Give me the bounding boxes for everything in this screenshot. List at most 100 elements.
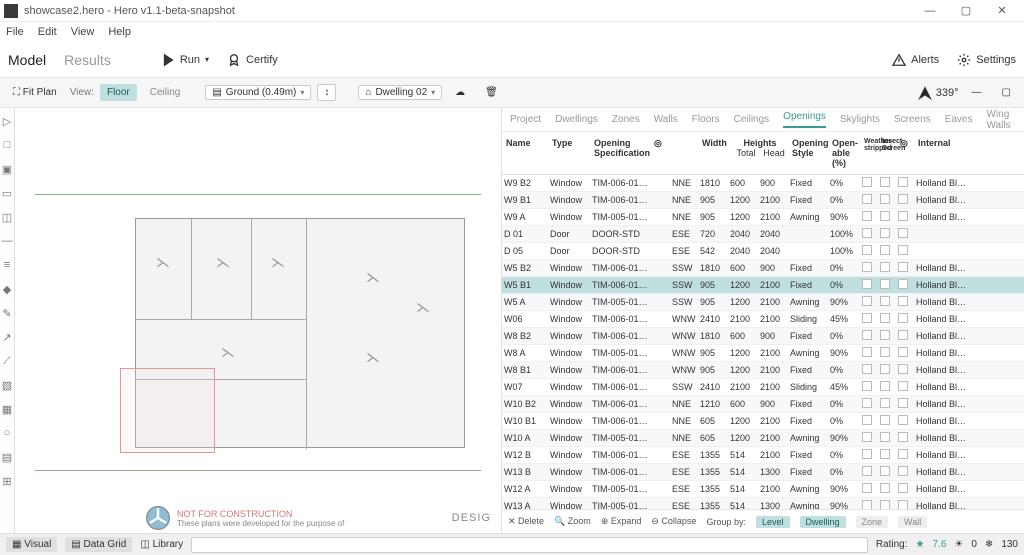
checkbox[interactable] xyxy=(880,330,890,340)
checkbox[interactable] xyxy=(862,449,872,459)
foot-zoom[interactable]: 🔍 Zoom xyxy=(554,516,591,527)
col-opening-style[interactable]: Opening Style xyxy=(790,136,830,170)
checkbox[interactable] xyxy=(880,177,890,187)
grp-zone[interactable]: Zone xyxy=(856,516,889,528)
checkbox[interactable] xyxy=(862,194,872,204)
status-library-button[interactable]: ◫ Library xyxy=(140,539,183,550)
ptab-ceilings[interactable]: Ceilings xyxy=(734,114,770,125)
checkbox[interactable] xyxy=(862,500,872,509)
table-row[interactable]: W9 B1WindowTIM-006-01 WNNE90512002100Fix… xyxy=(502,192,1024,209)
checkbox[interactable] xyxy=(898,228,908,238)
checkbox[interactable] xyxy=(898,500,908,509)
checkbox[interactable] xyxy=(880,500,890,509)
pencil-tool-icon[interactable]: ✎ xyxy=(0,306,14,320)
minimize-button[interactable]: — xyxy=(912,5,948,17)
checkbox[interactable] xyxy=(880,296,890,306)
col-orient-icon[interactable]: ◎ xyxy=(652,136,672,170)
checkbox[interactable] xyxy=(898,245,908,255)
checkbox[interactable] xyxy=(880,313,890,323)
menu-view[interactable]: View xyxy=(71,26,95,38)
checkbox[interactable] xyxy=(862,466,872,476)
checkbox[interactable] xyxy=(880,432,890,442)
table-row[interactable]: W9 B2WindowTIM-006-01 WNNE1810600900Fixe… xyxy=(502,175,1024,192)
curve-tool-icon[interactable]: ⟋ xyxy=(0,354,14,368)
checkbox[interactable] xyxy=(880,262,890,272)
checkbox[interactable] xyxy=(880,211,890,221)
menu-help[interactable]: Help xyxy=(108,26,131,38)
checkbox[interactable] xyxy=(898,313,908,323)
table-row[interactable]: W8 AWindowTIM-005-01 WWNW90512002100Awni… xyxy=(502,345,1024,362)
checkbox[interactable] xyxy=(862,313,872,323)
grp-wall[interactable]: Wall xyxy=(898,516,927,528)
col-type[interactable]: Type xyxy=(550,136,592,170)
ptab-walls[interactable]: Walls xyxy=(654,114,678,125)
foot-collapse[interactable]: ⊖ Collapse xyxy=(651,516,696,527)
checkbox[interactable] xyxy=(862,262,872,272)
toolbar-expand-icon[interactable]: ▢ xyxy=(995,84,1018,101)
plan-canvas[interactable]: ⋋ ⋋ ⋋ ⋋ ⋋ ⋋ ⋋ NOT FOR CONSTRUCTION These xyxy=(15,108,501,533)
grp-dwelling[interactable]: Dwelling xyxy=(800,516,846,528)
settings-button[interactable]: Settings xyxy=(957,53,1016,67)
checkbox[interactable] xyxy=(862,364,872,374)
ptab-project[interactable]: Project xyxy=(510,114,541,125)
checkbox[interactable] xyxy=(880,483,890,493)
checkbox[interactable] xyxy=(862,228,872,238)
col-weatherstripped[interactable]: Weather- stripped xyxy=(862,136,880,170)
checkbox[interactable] xyxy=(898,415,908,425)
col-spec[interactable]: Opening Specification xyxy=(592,136,652,170)
table-row[interactable]: D 01DoorDOOR-STDESE72020402040100% xyxy=(502,226,1024,243)
view-ceiling-button[interactable]: Ceiling xyxy=(143,84,188,101)
checkbox[interactable] xyxy=(898,262,908,272)
tool-a-icon[interactable]: ▧ xyxy=(0,378,14,392)
checkbox[interactable] xyxy=(898,347,908,357)
checkbox[interactable] xyxy=(862,296,872,306)
checkbox[interactable] xyxy=(880,347,890,357)
ptab-eaves[interactable]: Eaves xyxy=(945,114,973,125)
alerts-button[interactable]: Alerts xyxy=(892,53,939,67)
checkbox[interactable] xyxy=(862,279,872,289)
tab-model[interactable]: Model xyxy=(8,52,46,68)
checkbox[interactable] xyxy=(862,432,872,442)
table-row[interactable]: W10 AWindowTIM-005-01 WNNE60512002100Awn… xyxy=(502,430,1024,447)
table-row[interactable]: W5 B2WindowTIM-006-01 WSSW1810600900Fixe… xyxy=(502,260,1024,277)
checkbox[interactable] xyxy=(898,177,908,187)
box-tool-icon[interactable]: □ xyxy=(0,138,14,152)
checkbox[interactable] xyxy=(898,279,908,289)
level-dropdown[interactable]: ▤ Ground (0.49m) ▾ xyxy=(205,85,311,100)
checkbox[interactable] xyxy=(880,194,890,204)
checkbox[interactable] xyxy=(898,296,908,306)
checkbox[interactable] xyxy=(898,364,908,374)
col-name[interactable]: Name xyxy=(504,136,550,170)
grp-level[interactable]: Level xyxy=(756,516,790,528)
paint-tool-icon[interactable]: ◆ xyxy=(0,282,14,296)
checkbox[interactable] xyxy=(898,211,908,221)
status-datagrid-button[interactable]: ▤ Data Grid xyxy=(65,537,132,552)
table-row[interactable]: W06WindowTIM-006-01 WWNW241021002100Slid… xyxy=(502,311,1024,328)
cloud-icon[interactable]: ☁ xyxy=(448,84,472,101)
ptab-floors[interactable]: Floors xyxy=(692,114,720,125)
arrow-tool-icon[interactable]: ↗ xyxy=(0,330,14,344)
checkbox[interactable] xyxy=(880,279,890,289)
col-internal[interactable]: Internal xyxy=(916,136,972,170)
table-row[interactable]: W13 AWindowTIM-005-01 WESE13555141300Awn… xyxy=(502,498,1024,509)
draw-tool-icon[interactable]: ▭ xyxy=(0,186,14,200)
cursor-tool-icon[interactable]: ▷ xyxy=(0,114,14,128)
checkbox[interactable] xyxy=(862,483,872,493)
checkbox[interactable] xyxy=(898,483,908,493)
status-visual-button[interactable]: ▦ Visual xyxy=(6,537,57,552)
level-refresh-button[interactable]: ↕ xyxy=(317,84,336,101)
table-row[interactable]: W07WindowTIM-006-01 WSSW241021002100Slid… xyxy=(502,379,1024,396)
checkbox[interactable] xyxy=(898,449,908,459)
certify-button[interactable]: Certify xyxy=(227,53,278,67)
checkbox[interactable] xyxy=(862,211,872,221)
checkbox[interactable] xyxy=(880,364,890,374)
checkbox[interactable] xyxy=(880,466,890,476)
checkbox[interactable] xyxy=(880,415,890,425)
tool-b-icon[interactable]: ▦ xyxy=(0,402,14,416)
checkbox[interactable] xyxy=(880,245,890,255)
ptab-screens[interactable]: Screens xyxy=(894,114,931,125)
col-cover-icon[interactable]: ◎ xyxy=(898,136,916,170)
menu-edit[interactable]: Edit xyxy=(38,26,57,38)
checkbox[interactable] xyxy=(880,228,890,238)
checkbox[interactable] xyxy=(880,398,890,408)
